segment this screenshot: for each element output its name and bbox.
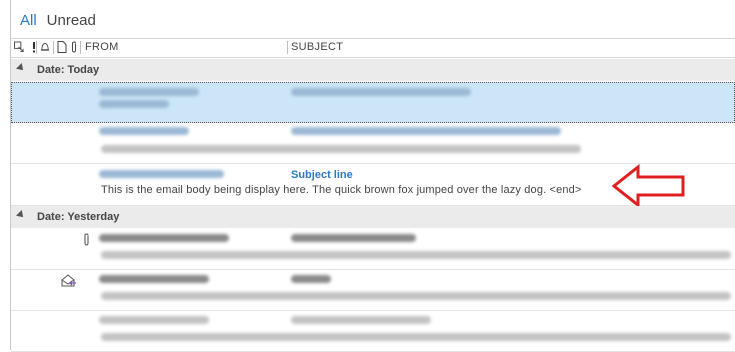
group-header-today[interactable]: Date: Today [11,59,735,81]
column-from[interactable]: FROM [85,41,119,53]
envelope-reply-icon [61,274,76,287]
collapse-triangle-icon[interactable] [16,210,26,220]
message-row[interactable] [11,311,735,352]
red-arrow-icon [612,164,685,208]
collapse-triangle-icon[interactable] [16,63,26,73]
column-header: FROM SUBJECT [11,38,735,58]
group-header-yesterday[interactable]: Date: Yesterday [11,206,735,228]
reminder-icon[interactable] [40,41,50,53]
filter-unread[interactable]: Unread [47,12,96,32]
document-icon[interactable] [57,41,67,53]
message-row[interactable] [11,82,735,123]
message-row[interactable] [11,123,735,164]
column-subject[interactable]: SUBJECT [291,41,343,53]
paperclip-icon [84,233,89,246]
importance-icon[interactable] [29,41,39,53]
attachment-icon[interactable] [69,41,79,53]
message-subject: Subject line [291,169,353,181]
message-row[interactable] [11,270,735,311]
filter-all[interactable]: All [20,12,37,32]
group-label: Date: Yesterday [37,211,120,223]
group-label: Date: Today [37,64,100,76]
sort-icon[interactable] [14,41,24,53]
filter-bar: All Unread [20,12,96,32]
message-preview: This is the email body being display her… [101,184,582,196]
message-row[interactable] [11,229,735,270]
